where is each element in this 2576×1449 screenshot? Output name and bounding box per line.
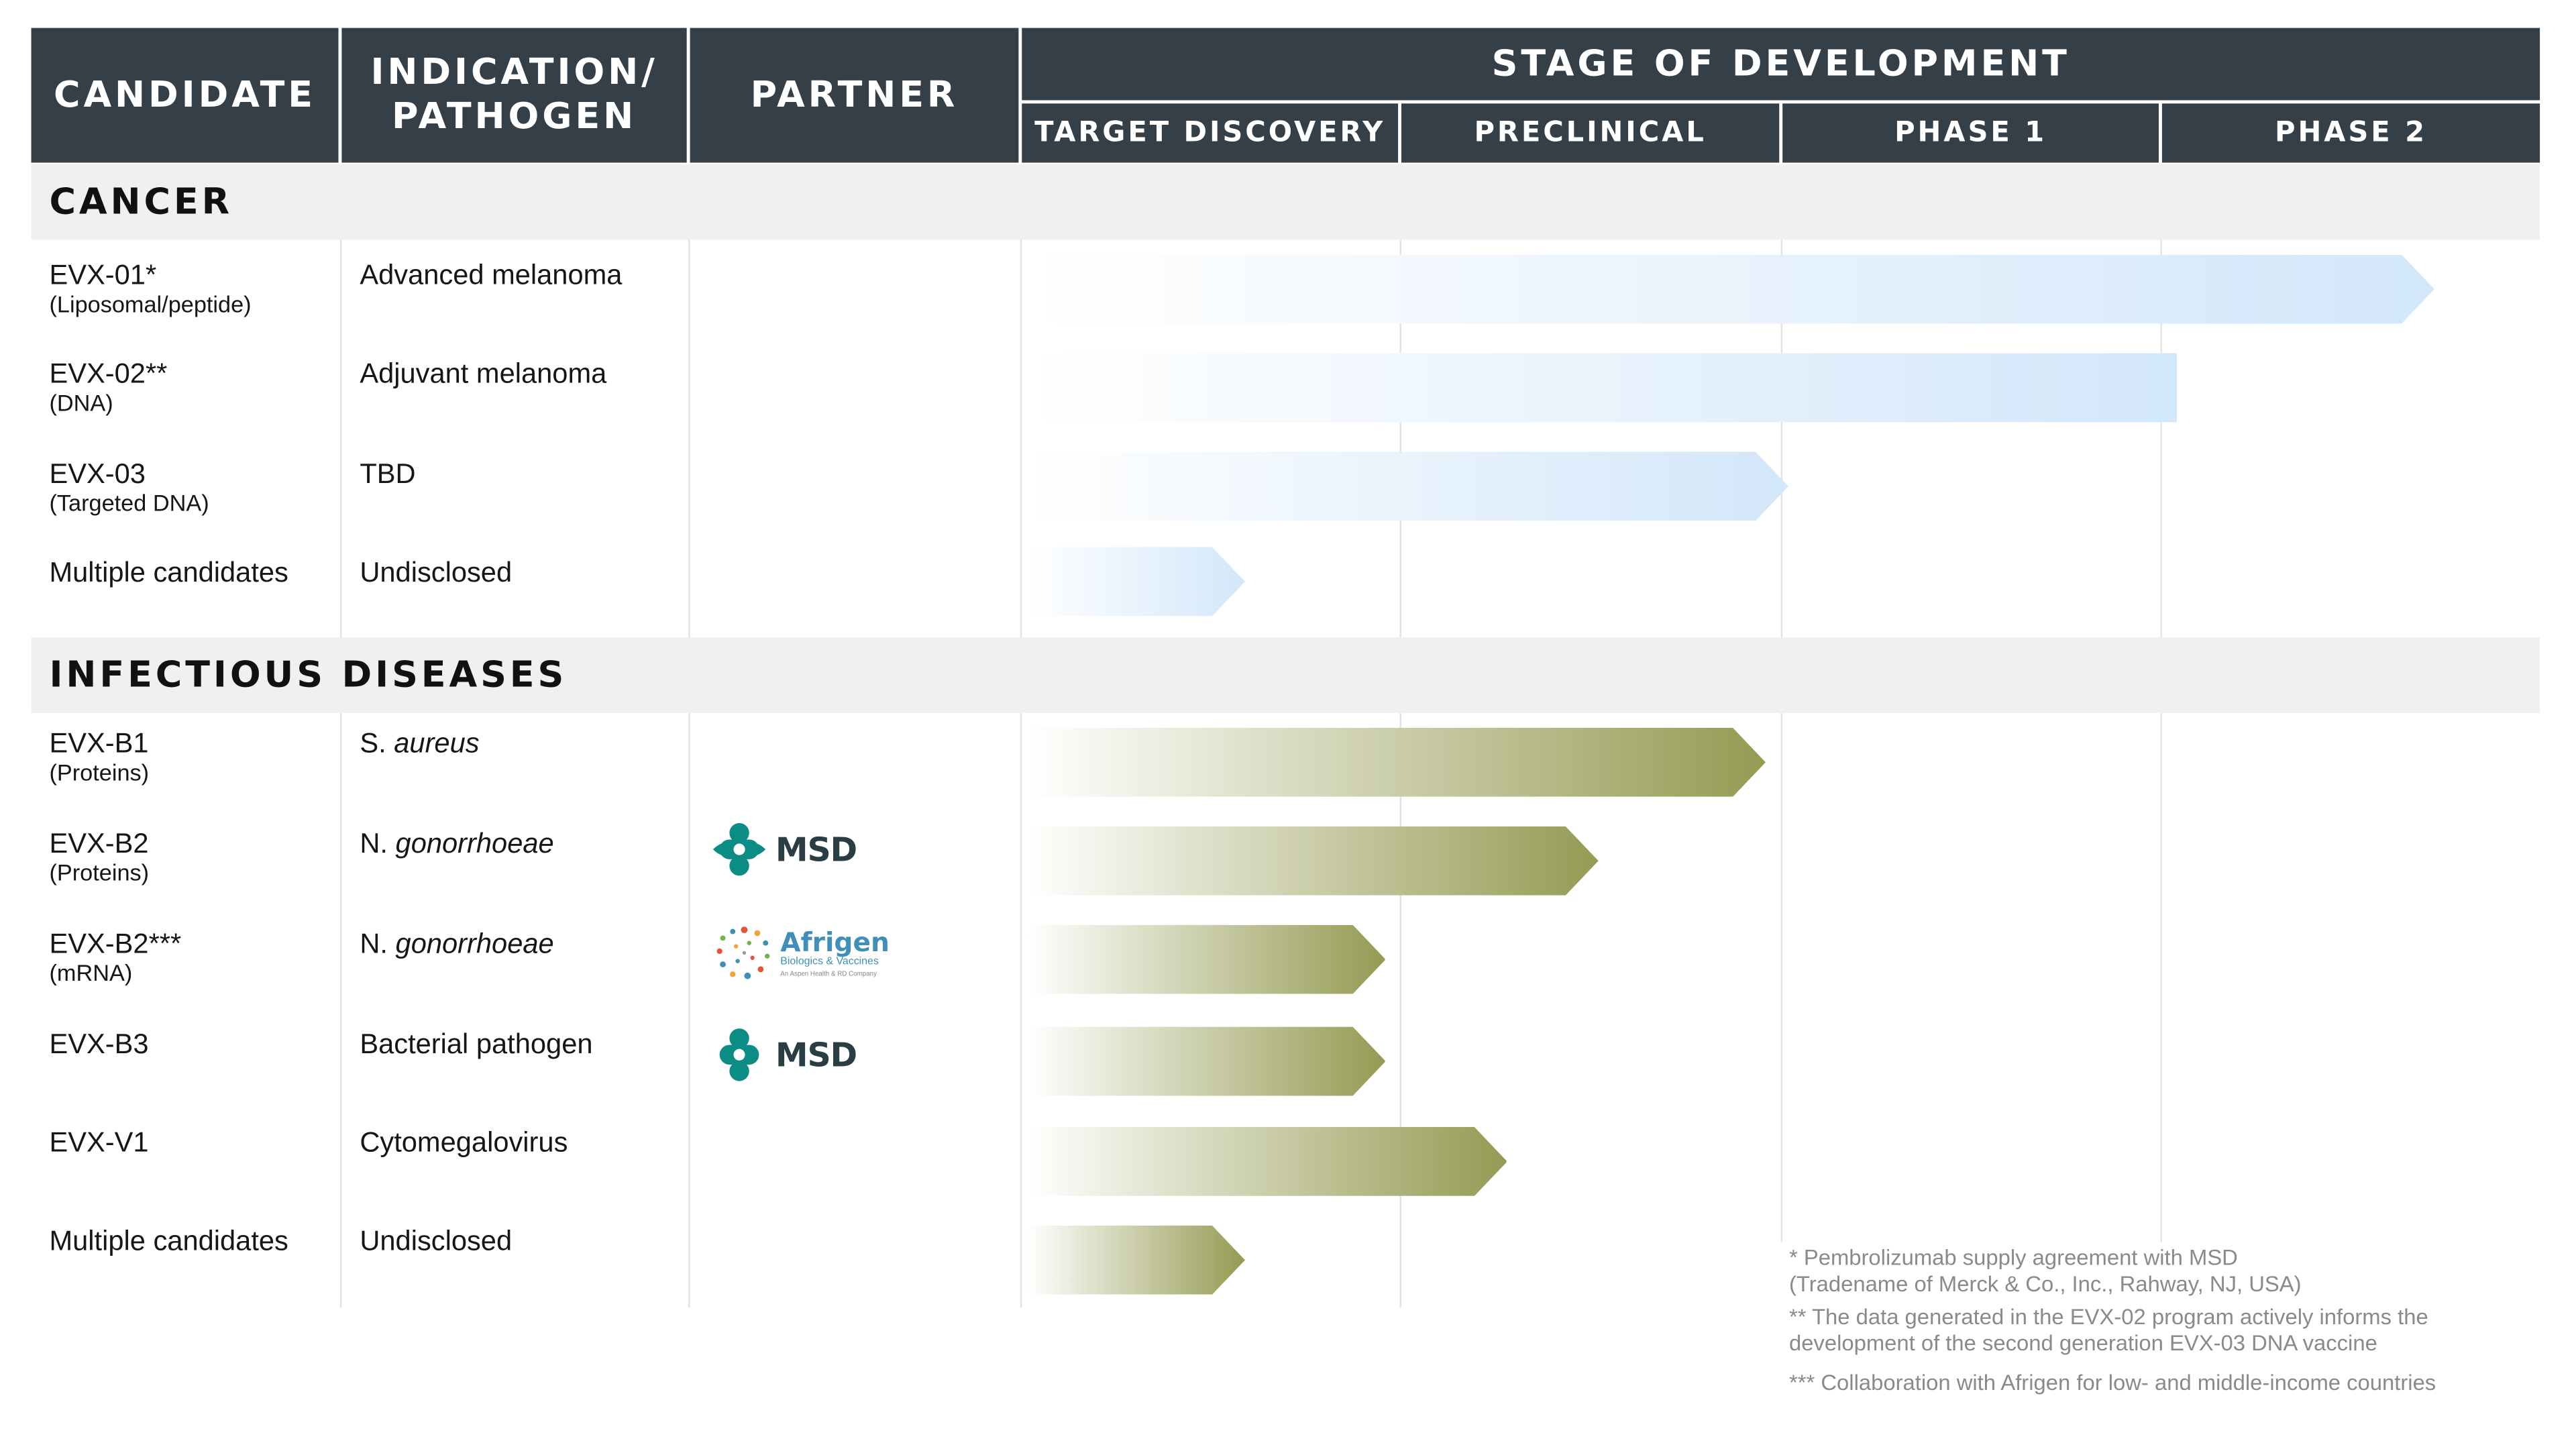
indication: N. gonorrhoeae — [360, 828, 554, 859]
progress-bar — [1028, 353, 2177, 423]
stage-phase-1: PHASE 1 — [1782, 103, 2159, 163]
indication: Cytomegalovirus — [360, 1127, 568, 1159]
section-cancer: CANCER — [31, 164, 2540, 240]
progress-bar — [1028, 255, 2434, 324]
pipeline-chart: CANDIDATE INDICATION/ PATHOGEN PARTNER S… — [0, 0, 2576, 1449]
col-divider-phase1 — [1780, 712, 1783, 1242]
col-divider-phase2 — [2160, 712, 2162, 1242]
msd-logo: MSD — [713, 1028, 857, 1081]
progress-bar — [1028, 925, 1385, 994]
footnote-3: *** Collaboration with Afrigen for low- … — [1788, 1370, 2436, 1395]
afrigen-icon — [716, 926, 770, 979]
section-infectious-diseases: INFECTIOUS DISEASES — [31, 637, 2540, 713]
col-divider-preclinical — [1399, 712, 1401, 1308]
col-divider-partner — [688, 239, 690, 638]
col-divider-partner — [688, 712, 690, 1308]
indication: Undisclosed — [360, 1225, 513, 1257]
footnote-1: * Pembrolizumab supply agreement with MS… — [1788, 1245, 2302, 1296]
candidate-name: EVX-B2*** (mRNA) — [49, 928, 182, 986]
indication: TBD — [360, 458, 416, 490]
msd-icon — [712, 822, 766, 876]
col-divider-stages — [1020, 712, 1022, 1308]
col-divider-stages — [1020, 239, 1022, 638]
msd-logo: MSD — [712, 822, 857, 876]
progress-bar — [1028, 1226, 1245, 1295]
progress-bar — [1028, 451, 1788, 521]
afrigen-logo: Afrigen Biologics & Vaccines An Aspen He… — [713, 923, 890, 982]
indication: Undisclosed — [360, 557, 513, 588]
indication: Adjuvant melanoma — [360, 358, 607, 390]
progress-bar — [1028, 1027, 1385, 1096]
indication: Bacterial pathogen — [360, 1028, 593, 1060]
col-divider-indication — [339, 712, 342, 1308]
col-divider-indication — [339, 239, 342, 638]
candidate-name: EVX-V1 — [49, 1127, 149, 1159]
candidate-name: EVX-01* (Liposomal/peptide) — [49, 259, 252, 317]
msd-icon — [719, 1028, 759, 1081]
candidate-name: Multiple candidates — [49, 1225, 288, 1257]
progress-bar — [1028, 547, 1245, 616]
indication: S. aureus — [360, 727, 480, 759]
candidate-header: CANDIDATE — [31, 28, 339, 163]
partner-header: PARTNER — [690, 28, 1019, 163]
candidate-name: EVX-02** (DNA) — [49, 358, 168, 416]
candidate-name: Multiple candidates — [49, 557, 288, 588]
stage-target-discovery: TARGET DISCOVERY — [1022, 103, 1399, 163]
candidate-name: EVX-B3 — [49, 1028, 149, 1060]
progress-bar — [1028, 1127, 1507, 1196]
stage-preclinical: PRECLINICAL — [1401, 103, 1780, 163]
indication: Advanced melanoma — [360, 259, 623, 291]
indication-header: INDICATION/ PATHOGEN — [341, 28, 687, 163]
candidate-name: EVX-B1 (Proteins) — [49, 727, 150, 786]
candidate-name: EVX-B2 (Proteins) — [49, 828, 150, 886]
stage-header: STAGE OF DEVELOPMENT — [1022, 28, 2540, 101]
footnote-2: ** The data generated in the EVX-02 prog… — [1788, 1304, 2428, 1355]
progress-bar — [1028, 826, 1599, 896]
indication: N. gonorrhoeae — [360, 928, 554, 960]
candidate-name: EVX-03 (Targeted DNA) — [49, 458, 209, 516]
progress-bar — [1028, 728, 1766, 797]
stage-phase-2: PHASE 2 — [2161, 103, 2540, 163]
